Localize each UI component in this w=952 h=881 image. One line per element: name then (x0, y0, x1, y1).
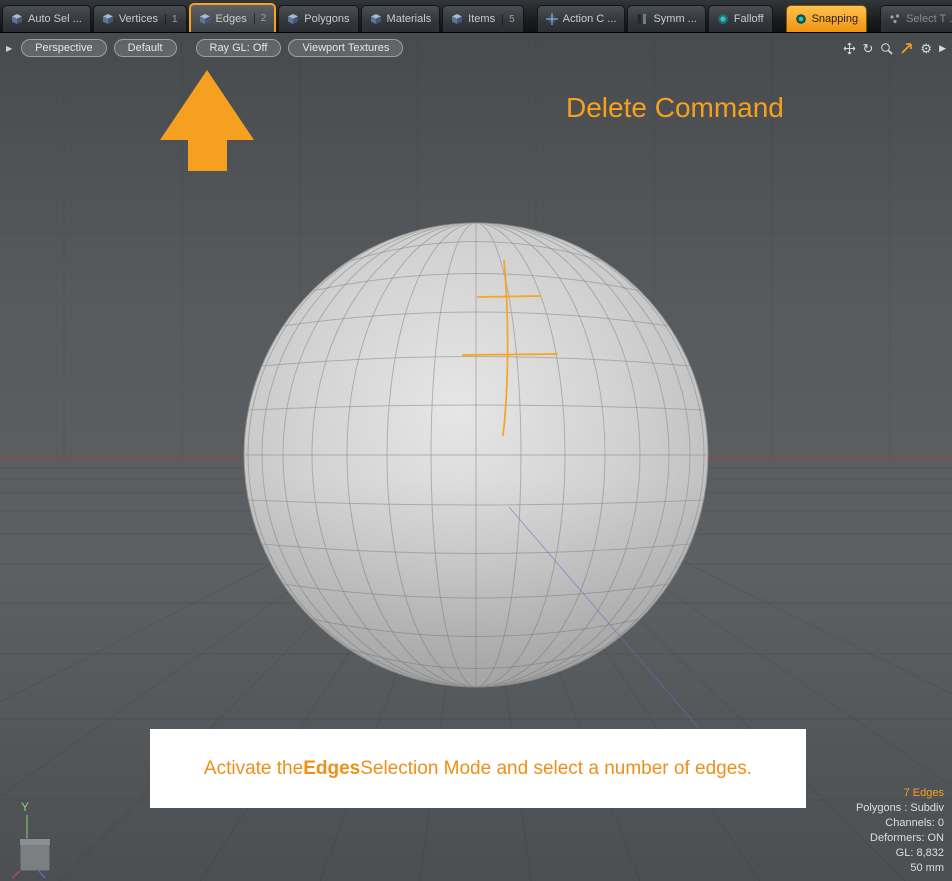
tab-label: Falloff (734, 13, 764, 25)
tab-symmetry[interactable]: Symm ... (627, 5, 705, 32)
viewport-textures-button[interactable]: Viewport Textures (288, 39, 403, 57)
tab-label: Polygons (304, 13, 349, 25)
tab-label: Edges (216, 13, 247, 25)
tab-label: Snapping (812, 13, 859, 25)
tab-label: Action C ... (563, 13, 617, 25)
sphere-shading (244, 223, 708, 687)
tab-items[interactable]: Items 5 (442, 5, 523, 32)
banner-text-suffix: Selection Mode and select a number of ed… (360, 758, 752, 780)
pan-view-icon[interactable] (843, 42, 856, 55)
callout-arrow-up (152, 62, 262, 177)
tab-materials[interactable]: Materials (361, 5, 441, 32)
snapping-icon (795, 13, 807, 25)
tab-falloff[interactable]: Falloff (708, 5, 773, 32)
delete-command-title: Delete Command (566, 92, 784, 124)
select-through-icon (889, 13, 901, 25)
tab-label: Items (468, 13, 495, 25)
maximize-viewport-icon[interactable] (900, 42, 913, 55)
viewport-header: ▶ Perspective Default Ray GL: Off Viewpo… (0, 38, 952, 58)
tab-vertices[interactable]: Vertices 1 (93, 5, 187, 32)
shading-mode-button[interactable]: Default (114, 39, 177, 57)
tab-auto-select[interactable]: Auto Sel ... (2, 5, 91, 32)
cube-icon (11, 13, 23, 25)
instruction-banner: Activate the Edges Selection Mode and se… (150, 729, 806, 808)
rotate-view-icon[interactable]: ↻ (863, 42, 874, 55)
tab-polygons[interactable]: Polygons (278, 5, 358, 32)
x-axis-tick (12, 871, 20, 878)
cube-icon (199, 13, 211, 25)
tab-select-through[interactable]: Select T ... (880, 5, 952, 32)
tab-label: Auto Sel ... (28, 13, 82, 25)
stat-line: Channels: 0 (856, 816, 944, 831)
banner-text-prefix: Activate the (204, 758, 303, 780)
viewport-settings-icon[interactable]: ⚙ (920, 42, 932, 55)
workplane-cube (12, 814, 70, 880)
stat-line: Deformers: ON (856, 831, 944, 846)
tab-label: Materials (387, 13, 432, 25)
action-center-icon (546, 13, 558, 25)
collapse-arrow-icon[interactable]: ▶ (6, 44, 12, 53)
viewport-stats: 7 Edges Polygons : Subdiv Channels: 0 De… (856, 786, 944, 876)
symmetry-icon (636, 13, 648, 25)
zoom-view-icon[interactable] (880, 42, 893, 55)
tab-shortcut-badge: 5 (502, 14, 515, 25)
banner-text-bold: Edges (303, 758, 360, 780)
tab-label: Vertices (119, 13, 158, 25)
tab-snapping[interactable]: Snapping (786, 5, 868, 32)
viewport-tools: ↻ ⚙ ▶ (843, 42, 946, 55)
stat-line: Polygons : Subdiv (856, 801, 944, 816)
selection-count: 7 Edges (856, 786, 944, 801)
cube-icon (370, 13, 382, 25)
cube-icon (451, 13, 463, 25)
cube-icon (102, 13, 114, 25)
tab-shortcut-badge: 1 (165, 14, 178, 25)
sphere-mesh[interactable] (244, 218, 708, 693)
cube-icon (287, 13, 299, 25)
app-window: Auto Sel ... Vertices 1 Edges 2 Polygons… (0, 0, 952, 881)
tab-edges[interactable]: Edges 2 (189, 3, 277, 32)
stat-line: 50 mm (856, 861, 944, 876)
raygl-button[interactable]: Ray GL: Off (196, 39, 282, 57)
falloff-icon (717, 13, 729, 25)
z-axis-tick (39, 871, 45, 878)
tab-shortcut-badge: 2 (254, 13, 267, 24)
top-tab-bar: Auto Sel ... Vertices 1 Edges 2 Polygons… (0, 0, 952, 33)
view-type-button[interactable]: Perspective (21, 39, 106, 57)
stat-line: GL: 8,832 (856, 846, 944, 861)
tab-action-center[interactable]: Action C ... (537, 5, 626, 32)
viewport-expand-icon[interactable]: ▶ (939, 44, 946, 53)
workplane-gizmo: Y (12, 800, 70, 881)
tab-label: Select T ... (906, 13, 952, 25)
tab-label: Symm ... (653, 13, 696, 25)
y-axis-label: Y (21, 800, 70, 814)
